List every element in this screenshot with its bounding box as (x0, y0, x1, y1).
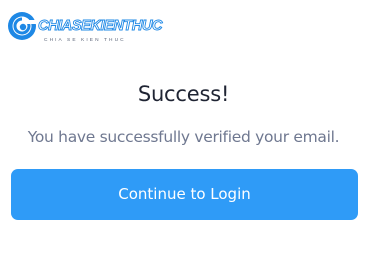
success-title: Success! (137, 82, 230, 106)
verification-success-page: CHIASEKIENTHUC CHIA SE KIEN THUC Success… (0, 0, 367, 280)
logo-wordmark: CHIASEKIENTHUC (38, 18, 163, 34)
continue-to-login-button[interactable]: Continue to Login (11, 169, 358, 220)
logo-mark-icon (8, 12, 36, 40)
success-message: You have successfully verified your emai… (27, 128, 340, 146)
brand-logo: CHIASEKIENTHUC CHIA SE KIEN THUC (8, 12, 164, 43)
logo-tagline: CHIA SE KIEN THUC (44, 37, 126, 43)
